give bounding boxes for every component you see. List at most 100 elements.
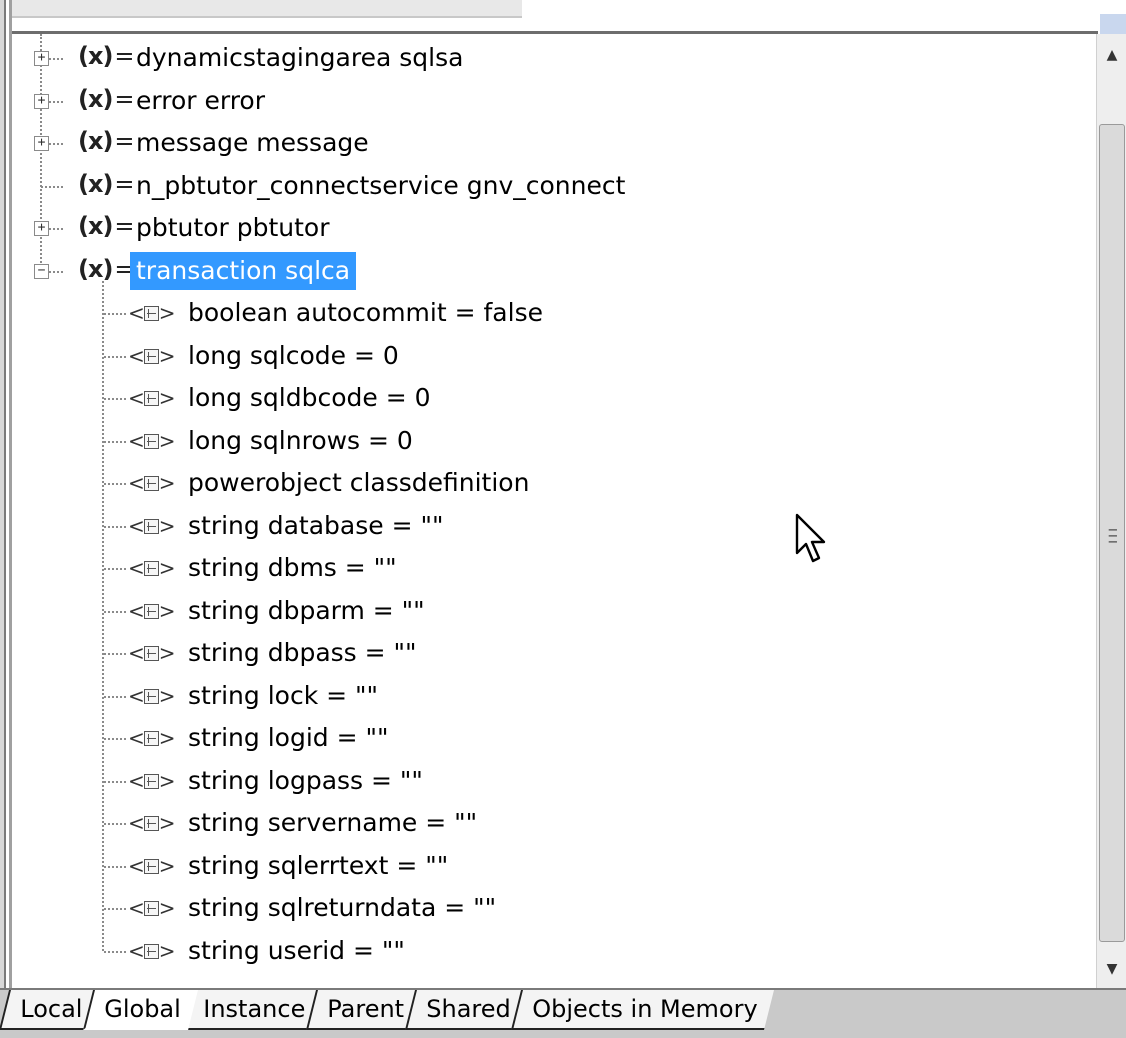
field-icon-box — [143, 943, 159, 959]
field-icon-right: > — [158, 598, 176, 623]
tab-instance[interactable]: Instance — [181, 990, 322, 1030]
tree-child-label[interactable]: string servername = "" — [182, 804, 483, 842]
expand-icon[interactable]: + — [34, 93, 49, 109]
field-icon: < > — [128, 726, 176, 750]
field-icon-box — [143, 433, 159, 449]
variable-icon-glyph: (x) — [78, 254, 113, 283]
field-icon-box — [143, 348, 159, 364]
tree-connector — [104, 908, 126, 910]
field-icon-left: < — [128, 768, 145, 793]
variable-icon: (x)= — [78, 254, 135, 283]
tree-child-label[interactable]: string logid = "" — [182, 719, 394, 757]
tree-child-label[interactable]: boolean autocommit = false — [182, 294, 549, 332]
field-icon: < > — [128, 301, 176, 325]
tree-child-label[interactable]: powerobject classdefinition — [182, 464, 535, 502]
field-icon: < > — [128, 514, 176, 538]
tree-child-label[interactable]: string userid = "" — [182, 932, 411, 970]
field-icon-box — [143, 688, 159, 704]
tree-child-label[interactable]: string dbms = "" — [182, 549, 403, 587]
tree-child-label[interactable]: string lock = "" — [182, 677, 384, 715]
tree-child-label[interactable]: long sqlcode = 0 — [182, 337, 405, 375]
field-icon: < > — [128, 471, 176, 495]
tree-item-label[interactable]: dynamicstagingarea sqlsa — [130, 39, 469, 77]
tab-bar: Local Global Instance Parent Shared Objects i… — [0, 988, 1126, 1038]
field-icon-left: < — [128, 301, 145, 325]
field-icon-right: > — [158, 853, 176, 878]
field-icon-right: > — [158, 343, 176, 368]
tree-child-label[interactable]: string dbparm = "" — [182, 592, 431, 630]
field-icon: < > — [128, 556, 176, 580]
tree-connector — [41, 185, 63, 188]
tab-parent[interactable]: Parent — [305, 990, 421, 1030]
field-icon: < > — [128, 896, 176, 920]
variable-icon-glyph: (x) — [78, 42, 113, 70]
field-icon: < > — [128, 811, 176, 835]
header-corner — [1100, 14, 1126, 34]
tree-child-label[interactable]: string database = "" — [182, 507, 449, 545]
tree-connector — [104, 950, 126, 953]
field-icon: < > — [128, 768, 176, 793]
field-icon-right: > — [158, 471, 176, 495]
tab-objects-in-memory[interactable]: Objects in Memory — [511, 990, 775, 1030]
field-icon-left: < — [128, 556, 145, 580]
tree-child-label[interactable]: string sqlerrtext = "" — [182, 847, 454, 885]
collapse-icon[interactable]: − — [34, 263, 49, 279]
tree-connector — [104, 610, 126, 613]
tree-child-label[interactable]: string logpass = "" — [182, 762, 429, 800]
field-icon-box — [143, 731, 159, 746]
tab-label: Global — [104, 995, 182, 1023]
tree-item-label-selected[interactable]: transaction sqlca — [130, 251, 357, 290]
field-icon-box — [143, 773, 159, 789]
tree-connector — [104, 483, 126, 485]
field-icon-box — [143, 476, 159, 491]
tab-global[interactable]: Global — [83, 990, 198, 1030]
scroll-down-arrow-icon[interactable]: ▼ — [1097, 954, 1126, 984]
variable-icon-glyph: (x) — [78, 212, 113, 240]
tree-connector — [104, 823, 126, 825]
tree-item-label[interactable]: n_pbtutor_connectservice gnv_connect — [130, 167, 631, 205]
field-icon: < > — [128, 343, 176, 368]
tree-child-connector — [102, 280, 104, 951]
tree-child-label[interactable]: long sqldbcode = 0 — [182, 379, 437, 417]
tab-shared[interactable]: Shared — [404, 990, 528, 1030]
expand-icon[interactable]: + — [34, 136, 49, 151]
field-icon-box — [143, 306, 159, 321]
field-icon-box — [143, 518, 159, 534]
tab-label: Shared — [425, 995, 511, 1023]
tree-item-label[interactable]: error error — [130, 82, 271, 120]
field-icon-box — [143, 901, 159, 916]
field-icon-box — [143, 603, 159, 619]
field-icon-left: < — [128, 938, 145, 963]
variable-icon-glyph: (x) — [78, 84, 113, 113]
variable-icon: (x)= — [78, 42, 135, 70]
field-icon-left: < — [128, 896, 145, 920]
vertical-scrollbar[interactable]: ▲ − − − ▼ — [1096, 34, 1126, 988]
field-icon-right: > — [158, 896, 176, 920]
variables-tree[interactable]: + (x)= dynamicstagingarea sqlsa + (x)= error … — [12, 34, 1096, 988]
field-icon-box — [143, 816, 159, 831]
scroll-thumb[interactable]: − − − — [1099, 124, 1125, 942]
tab-label: Instance — [203, 995, 306, 1023]
horizontal-scroll-remnant — [12, 0, 522, 18]
field-icon: < > — [128, 938, 176, 963]
expand-icon[interactable]: + — [34, 51, 49, 66]
field-icon-left: < — [128, 598, 145, 623]
tree-item-label[interactable]: message message — [130, 124, 375, 162]
field-icon-right: > — [158, 386, 176, 410]
scroll-up-arrow-icon[interactable]: ▲ — [1097, 40, 1126, 70]
field-icon-box — [143, 646, 159, 661]
tree-connector — [104, 313, 126, 315]
tree-child-label[interactable]: long sqlnrows = 0 — [182, 422, 419, 460]
window-frame-left — [0, 0, 12, 1036]
tab-label: Objects in Memory — [532, 995, 758, 1023]
tree-item-label[interactable]: pbtutor pbtutor — [130, 209, 335, 247]
tree-connector — [104, 568, 126, 570]
tree-child-label[interactable]: string dbpass = "" — [182, 634, 423, 672]
field-icon-box — [143, 391, 159, 406]
field-icon-right: > — [158, 811, 176, 835]
field-icon: < > — [128, 683, 176, 708]
field-icon-right: > — [158, 683, 176, 708]
tree-child-label[interactable]: string sqlreturndata = "" — [182, 889, 502, 927]
field-icon: < > — [128, 598, 176, 623]
expand-icon[interactable]: + — [34, 221, 49, 236]
